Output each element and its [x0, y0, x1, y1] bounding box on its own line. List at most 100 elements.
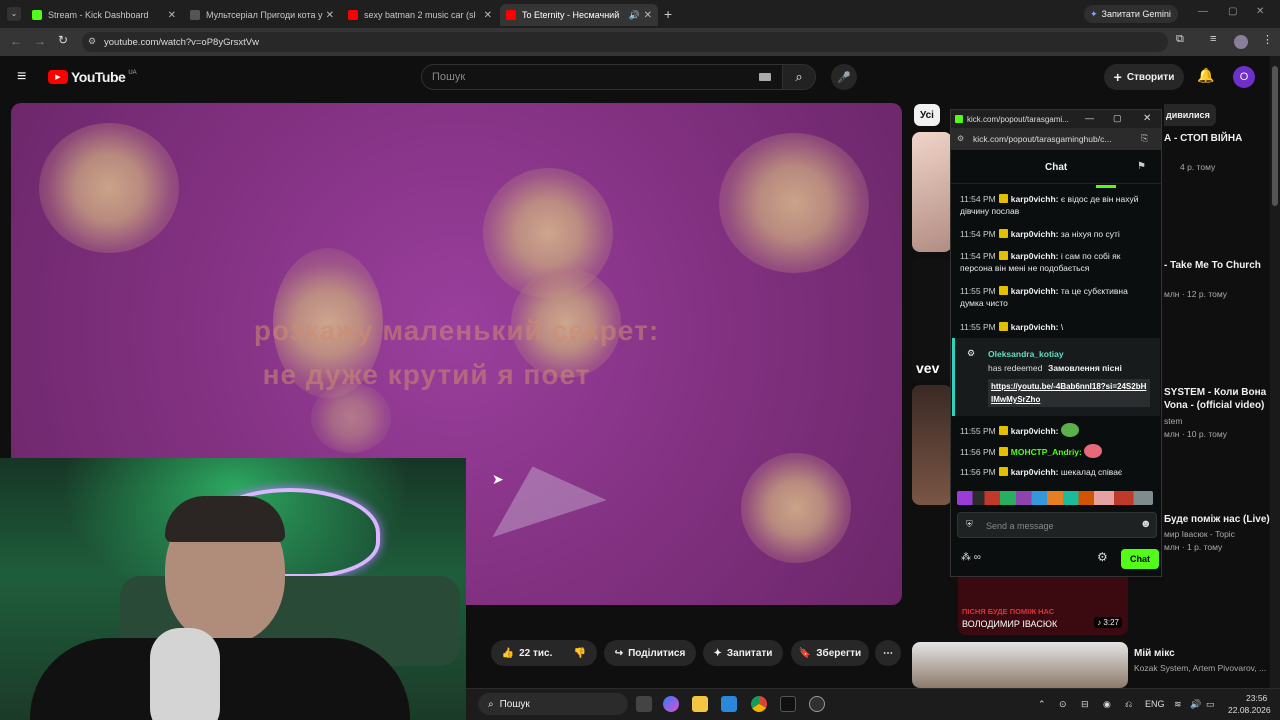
youtube-favicon-icon [348, 10, 358, 20]
chat-message: 11:55 PM karp0vichh: \ [960, 322, 1064, 332]
video-channel: мир Івасюк - Topic [1164, 529, 1235, 539]
usb-icon[interactable]: ⎌ [1125, 699, 1132, 710]
taskbar-search[interactable]: ⌕ Пошук [478, 693, 628, 715]
video-thumbnail[interactable]: vev [912, 258, 952, 380]
tab-kick-dashboard[interactable]: Stream - Kick Dashboard ✕ [26, 4, 182, 26]
youtube-logo[interactable]: ▶ YouTube UA [48, 69, 137, 85]
video-title[interactable]: Буде поміж нас (Live) [1164, 514, 1270, 525]
store-icon[interactable] [721, 696, 737, 712]
close-icon[interactable]: ✕ [484, 10, 492, 21]
video-thumbnail[interactable]: ПІСНЯ БУДЕ ПОМІЖ НАС ВОЛОДИМИР ІВАСЮК ♪ … [958, 577, 1128, 635]
emoji-icon[interactable]: ☻ [1140, 518, 1152, 530]
close-icon[interactable]: ✕ [1143, 113, 1151, 124]
create-button[interactable]: + Створити [1104, 64, 1184, 90]
new-tab-icon[interactable]: + [664, 6, 672, 22]
account-avatar[interactable]: O [1233, 66, 1255, 88]
chat-send-button[interactable]: Chat [1121, 549, 1159, 569]
tiktok-icon[interactable] [780, 696, 796, 712]
share-button[interactable]: ↪ Поділитися [604, 640, 696, 666]
video-title[interactable]: SYSTEM - Коли Вона [1164, 387, 1266, 398]
minimize-icon[interactable]: — [1198, 6, 1208, 17]
flower-graphic [741, 453, 851, 563]
mix-title[interactable]: Мій мікс [1134, 648, 1175, 659]
minimize-icon[interactable]: — [1085, 113, 1094, 123]
speaker-icon[interactable]: 🔊 [629, 10, 640, 21]
chip-watched[interactable]: дивилися [1164, 104, 1216, 126]
chat-message: 11:55 PM karp0vichh: та це субєктивна дум… [960, 286, 1128, 308]
file-explorer-icon[interactable] [692, 696, 708, 712]
clock-time[interactable]: 23:56 [1246, 693, 1267, 703]
more-icon: ⋯ [883, 647, 893, 659]
popup-title-bar: kick.com/popout/tarasgami... — ▢ ✕ [951, 110, 1161, 128]
obs-icon[interactable] [809, 696, 825, 712]
tab-cartoon[interactable]: Мультсеріал Пригоди кота у ✕ [184, 4, 340, 26]
gemini-button[interactable]: ✦ Запитати Gemini [1084, 5, 1178, 23]
chrome-icon[interactable] [751, 696, 767, 712]
hamburger-menu-icon[interactable]: ≡ [17, 68, 26, 86]
lyric-line-1: розкажу маленький секрет: [253, 315, 660, 346]
battery-icon[interactable]: ▭ [1206, 699, 1215, 710]
notifications-bell-icon[interactable]: 🔔 [1197, 67, 1214, 84]
subscriber-badge-icon [998, 447, 1008, 456]
settings-gear-icon[interactable]: ⚙ [1097, 550, 1108, 564]
video-title[interactable]: А - СТОП ВІЙНА [1164, 133, 1242, 144]
lyric-line-2: не дуже крутий я поет [262, 359, 591, 390]
back-icon[interactable]: ← [10, 34, 22, 48]
like-button[interactable]: 👍 22 тис. [491, 640, 563, 666]
close-icon[interactable]: ✕ [644, 10, 652, 21]
mix-thumbnail[interactable] [912, 642, 1128, 688]
wifi-icon[interactable]: ≋ [1174, 699, 1182, 710]
video-title[interactable]: - Take Me To Church [1164, 260, 1261, 271]
bookmark-icon: 🔖 [798, 647, 812, 659]
tray-app-icon[interactable]: ⊟ [1081, 699, 1089, 710]
keyboard-icon[interactable] [759, 73, 771, 81]
points-icon[interactable]: ⁂ ∞ [961, 552, 981, 563]
media-icon[interactable]: ≡ [1210, 33, 1216, 45]
youtube-favicon-icon [506, 10, 516, 20]
clock-date[interactable]: 22.08.2026 [1228, 705, 1271, 715]
tab-label: Мультсеріал Пригоди кота у [206, 10, 323, 20]
save-button[interactable]: 🔖 Зберегти [791, 640, 869, 666]
site-info-icon[interactable]: ⚙ [88, 36, 96, 47]
task-view-icon[interactable] [636, 696, 652, 712]
menu-kebab-icon[interactable]: ⋮ [1262, 33, 1273, 46]
address-bar[interactable]: ⚙ youtube.com/watch?v=oP8yGrsxtVw [82, 32, 1168, 52]
message-input[interactable]: ⛨ Send a message ☻ [957, 512, 1157, 538]
redeem-link[interactable]: https://youtu.be/-4Bab6nnI18?si=24S2bHIM… [988, 379, 1150, 407]
chip-all[interactable]: Усі [914, 104, 940, 126]
page-scrollbar[interactable] [1270, 56, 1280, 688]
translate-icon[interactable]: ⎘ [1141, 133, 1148, 144]
extensions-icon[interactable]: ⧉ [1176, 33, 1184, 46]
gemini-icon: ✦ [1090, 8, 1098, 19]
video-thumbnail[interactable] [912, 385, 952, 505]
tab-search-icon[interactable]: ⌄ [7, 7, 21, 21]
reload-icon[interactable]: ↻ [58, 33, 68, 47]
tab-to-eternity[interactable]: To Eternity - Несмачний ме 🔊 ✕ [500, 4, 658, 26]
tray-app-icon[interactable]: ◉ [1103, 699, 1111, 710]
maximize-icon[interactable]: ▢ [1228, 6, 1237, 17]
volume-icon[interactable]: 🔊 [1190, 699, 1201, 710]
dislike-button[interactable]: 👎 [563, 640, 597, 666]
mouse-cursor-icon: ➤ [492, 471, 504, 487]
ask-button[interactable]: ✦ Запитати [703, 640, 783, 666]
search-button[interactable]: ⌕ [782, 64, 816, 90]
search-icon: ⌕ [488, 698, 494, 710]
scrollbar-thumb[interactable] [1272, 66, 1278, 206]
close-icon[interactable]: ✕ [168, 10, 176, 21]
more-actions-button[interactable]: ⋯ [875, 640, 901, 666]
language-indicator[interactable]: ENG [1145, 699, 1165, 709]
tray-chevron-icon[interactable]: ⌃ [1038, 699, 1046, 710]
close-window-icon[interactable]: ✕ [1256, 6, 1264, 17]
users-icon[interactable]: ⚑ [1137, 161, 1146, 172]
maximize-icon[interactable]: ▢ [1113, 113, 1122, 124]
tray-app-icon[interactable]: ⊙ [1059, 699, 1067, 710]
forward-icon[interactable]: → [34, 34, 46, 48]
search-icon: ⌕ [795, 69, 803, 84]
profile-avatar[interactable] [1234, 35, 1248, 49]
video-thumbnail[interactable] [912, 132, 952, 252]
close-icon[interactable]: ✕ [326, 10, 334, 21]
voice-search-button[interactable]: 🎤 [831, 64, 857, 90]
copilot-icon[interactable] [663, 696, 679, 712]
tab-batman[interactable]: sexy batman 2 music car (slowe ✕ [342, 4, 498, 26]
search-input[interactable]: Пошук [421, 64, 783, 90]
